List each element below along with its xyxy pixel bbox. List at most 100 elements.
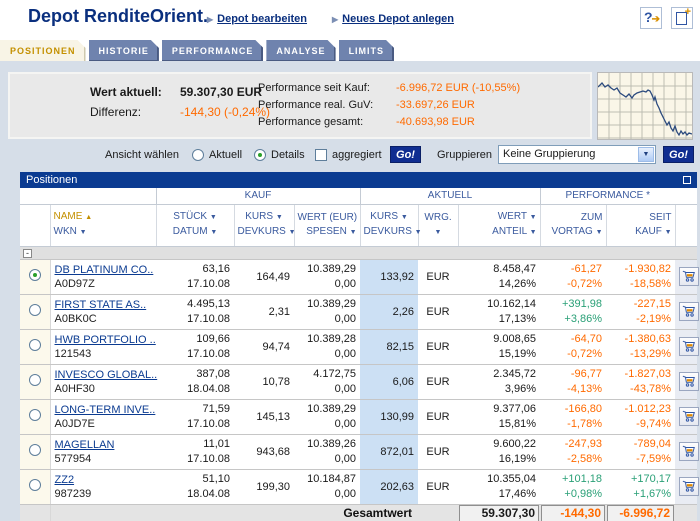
depot-summary-panel: Wert aktuell: 59.307,30 EUR Differenz: -… [8,72,592,139]
aktuell-wert-value: 9.008,65 [493,332,537,345]
col-header-kurs-devkurs-kauf[interactable]: KURS ▼ DEVKURS ▼ [233,204,296,247]
gruppieren-select[interactable]: Keine Gruppierung ▼ [498,145,656,164]
position-name-link[interactable]: LONG-TERM INVE.. [55,404,156,416]
tab-positionen[interactable]: POSITIONEN [0,40,86,61]
position-name-link[interactable]: INVESCO GLOBAL.. [55,369,158,381]
depot-bearbeiten-link[interactable]: ▶ Depot bearbeiten [207,13,307,25]
checkbox-aggregiert[interactable] [315,148,327,161]
row-select-radio[interactable] [28,374,41,386]
row-select-radio[interactable] [28,304,41,316]
wrg-value: EUR [426,410,450,423]
shopping-cart-icon[interactable] [679,441,700,461]
triangle-down-icon[interactable]: ▼ [596,229,603,236]
radio-aktuell-label[interactable]: Aktuell [209,144,242,165]
gruppieren-go-button[interactable]: Go! [663,146,694,163]
spesen-value: 0,00 [334,277,357,290]
spesen-value: 0,00 [334,452,357,465]
shopping-cart-icon[interactable] [679,301,700,321]
position-name-link[interactable]: DB PLATINUM CO.. [55,264,154,276]
shopping-cart-icon[interactable] [679,266,700,286]
collapse-minus-icon[interactable]: - [23,248,32,258]
tab-performance[interactable]: PERFORMANCE [162,40,264,61]
col-header-wert-anteil[interactable]: WERT ▼ ANTEIL ▼ [457,204,541,247]
col-header-zum-vortag[interactable]: ZUM VORTAG ▼ [539,204,607,247]
radio-aktuell[interactable] [192,148,204,161]
wert-spesen-cell: 10.389,28 0,00 [294,329,361,365]
group-kauf: KAUF [155,188,361,205]
chart-sparkline [597,73,693,139]
col-header-wert-spesen[interactable]: WERT (EUR) SPESEN ▼ [293,204,361,247]
radio-details-label[interactable]: Details [271,144,305,165]
trade-cell [675,469,700,505]
tab-analyse[interactable]: ANALYSE [266,40,335,61]
col-header-stueck-datum[interactable]: STÜCK ▼ DATUM ▼ [155,204,234,247]
shopping-cart-icon[interactable] [679,476,700,496]
wrg-cell: EUR [418,294,459,330]
triangle-down-icon[interactable]: ▼ [401,214,408,221]
checkbox-aggregiert-label[interactable]: aggregiert [332,144,382,165]
position-name-link[interactable]: HWB PORTFOLIO .. [55,334,156,346]
aktuell-kurs-value: 130,99 [380,410,415,423]
triangle-down-icon[interactable]: ▼ [289,229,296,236]
seit-kauf-value: -227,15 [633,297,672,310]
triangle-down-icon[interactable]: ▼ [435,229,442,236]
triangle-down-icon[interactable]: ▼ [530,214,537,221]
row-select-radio[interactable] [28,409,41,421]
aktuell-kurs-cell: 202,63 [360,469,419,505]
question-arrow-icon[interactable]: ? ➔ [640,7,662,29]
trade-cell [675,434,700,470]
chevron-down-icon[interactable]: ▼ [638,147,654,162]
triangle-down-icon[interactable]: ▼ [80,229,87,236]
table-row: ZZ2 987239 51,10 18.04.08 199,30 10.184,… [20,469,700,505]
col-header-seit-kauf[interactable]: SEIT KAUF ▼ [605,204,676,247]
zum-vortag-cell: -61,27 -0,72% [540,259,607,295]
zum-vortag-cell: -247,93 -2,58% [540,434,607,470]
new-document-icon[interactable] [671,6,693,29]
position-wkn: A0D97Z [54,277,95,290]
col-header-kurs-devkurs-aktuell[interactable]: KURS ▼ DEVKURS ▼ [359,204,422,247]
position-name-cell: MAGELLAN 577954 [50,434,156,470]
seit-kauf-cell: -1.012,23 -9,74% [606,399,676,435]
row-select-radio[interactable] [28,339,41,351]
triangle-down-icon[interactable]: ▼ [210,229,217,236]
radio-details[interactable] [254,148,266,161]
zum-vortag-cell: +391,98 +3,86% [540,294,607,330]
triangle-down-icon[interactable]: ▼ [530,229,537,236]
stueck-datum-cell: 109,66 17.10.08 [156,329,234,365]
triangle-down-icon[interactable]: ▼ [276,214,283,221]
shopping-cart-icon[interactable] [679,336,700,356]
vortag-pct-value: -0,72% [567,277,603,290]
position-name-link[interactable]: MAGELLAN [55,439,153,451]
summary-values: Wert aktuell: 59.307,30 EUR Differenz: -… [90,85,270,119]
ansicht-waehlen-label: Ansicht wählen [105,148,179,161]
window-box-icon[interactable] [683,176,691,184]
position-name-link[interactable]: FIRST STATE AS.. [55,299,153,311]
col-header-name[interactable]: NAME ▲ WKN ▼ [49,204,156,247]
ansicht-go-button[interactable]: Go! [390,146,421,163]
aktuell-kurs-value: 133,92 [380,270,415,283]
row-select-radio[interactable] [28,479,41,491]
triangle-up-icon[interactable]: ▲ [85,214,92,221]
perf-real-guv-value: -33.697,26 EUR [396,99,475,111]
wrg-cell: EUR [418,434,459,470]
shopping-cart-icon[interactable] [679,371,700,391]
performance-mini-chart[interactable] [597,72,693,140]
shopping-cart-icon[interactable] [679,406,700,426]
triangle-down-icon[interactable]: ▼ [415,229,422,236]
seit-kauf-cell: -1.380,63 -13,29% [606,329,676,365]
tab-historie[interactable]: HISTORIE [89,40,159,61]
aktuell-wert-value: 10.162,14 [487,297,537,310]
triangle-down-icon[interactable]: ▼ [665,229,672,236]
triangle-down-icon[interactable]: ▼ [210,214,217,221]
wrg-cell: EUR [418,399,459,435]
row-select-radio[interactable] [28,269,41,281]
tab-limits[interactable]: LIMITS [339,40,395,61]
col-header-wrg[interactable]: WRG. ▼ [417,204,459,247]
position-name-link[interactable]: ZZ2 [55,474,153,486]
neues-depot-anlegen-link[interactable]: ▶ Neues Depot anlegen [332,13,454,25]
triangle-down-icon[interactable]: ▼ [350,229,357,236]
seit-kauf-pct-value: -2,19% [636,312,672,325]
row-select-radio[interactable] [28,444,41,456]
row-select-cell [20,294,51,330]
table-row: MAGELLAN 577954 11,01 17.10.08 943,68 10… [20,434,700,470]
